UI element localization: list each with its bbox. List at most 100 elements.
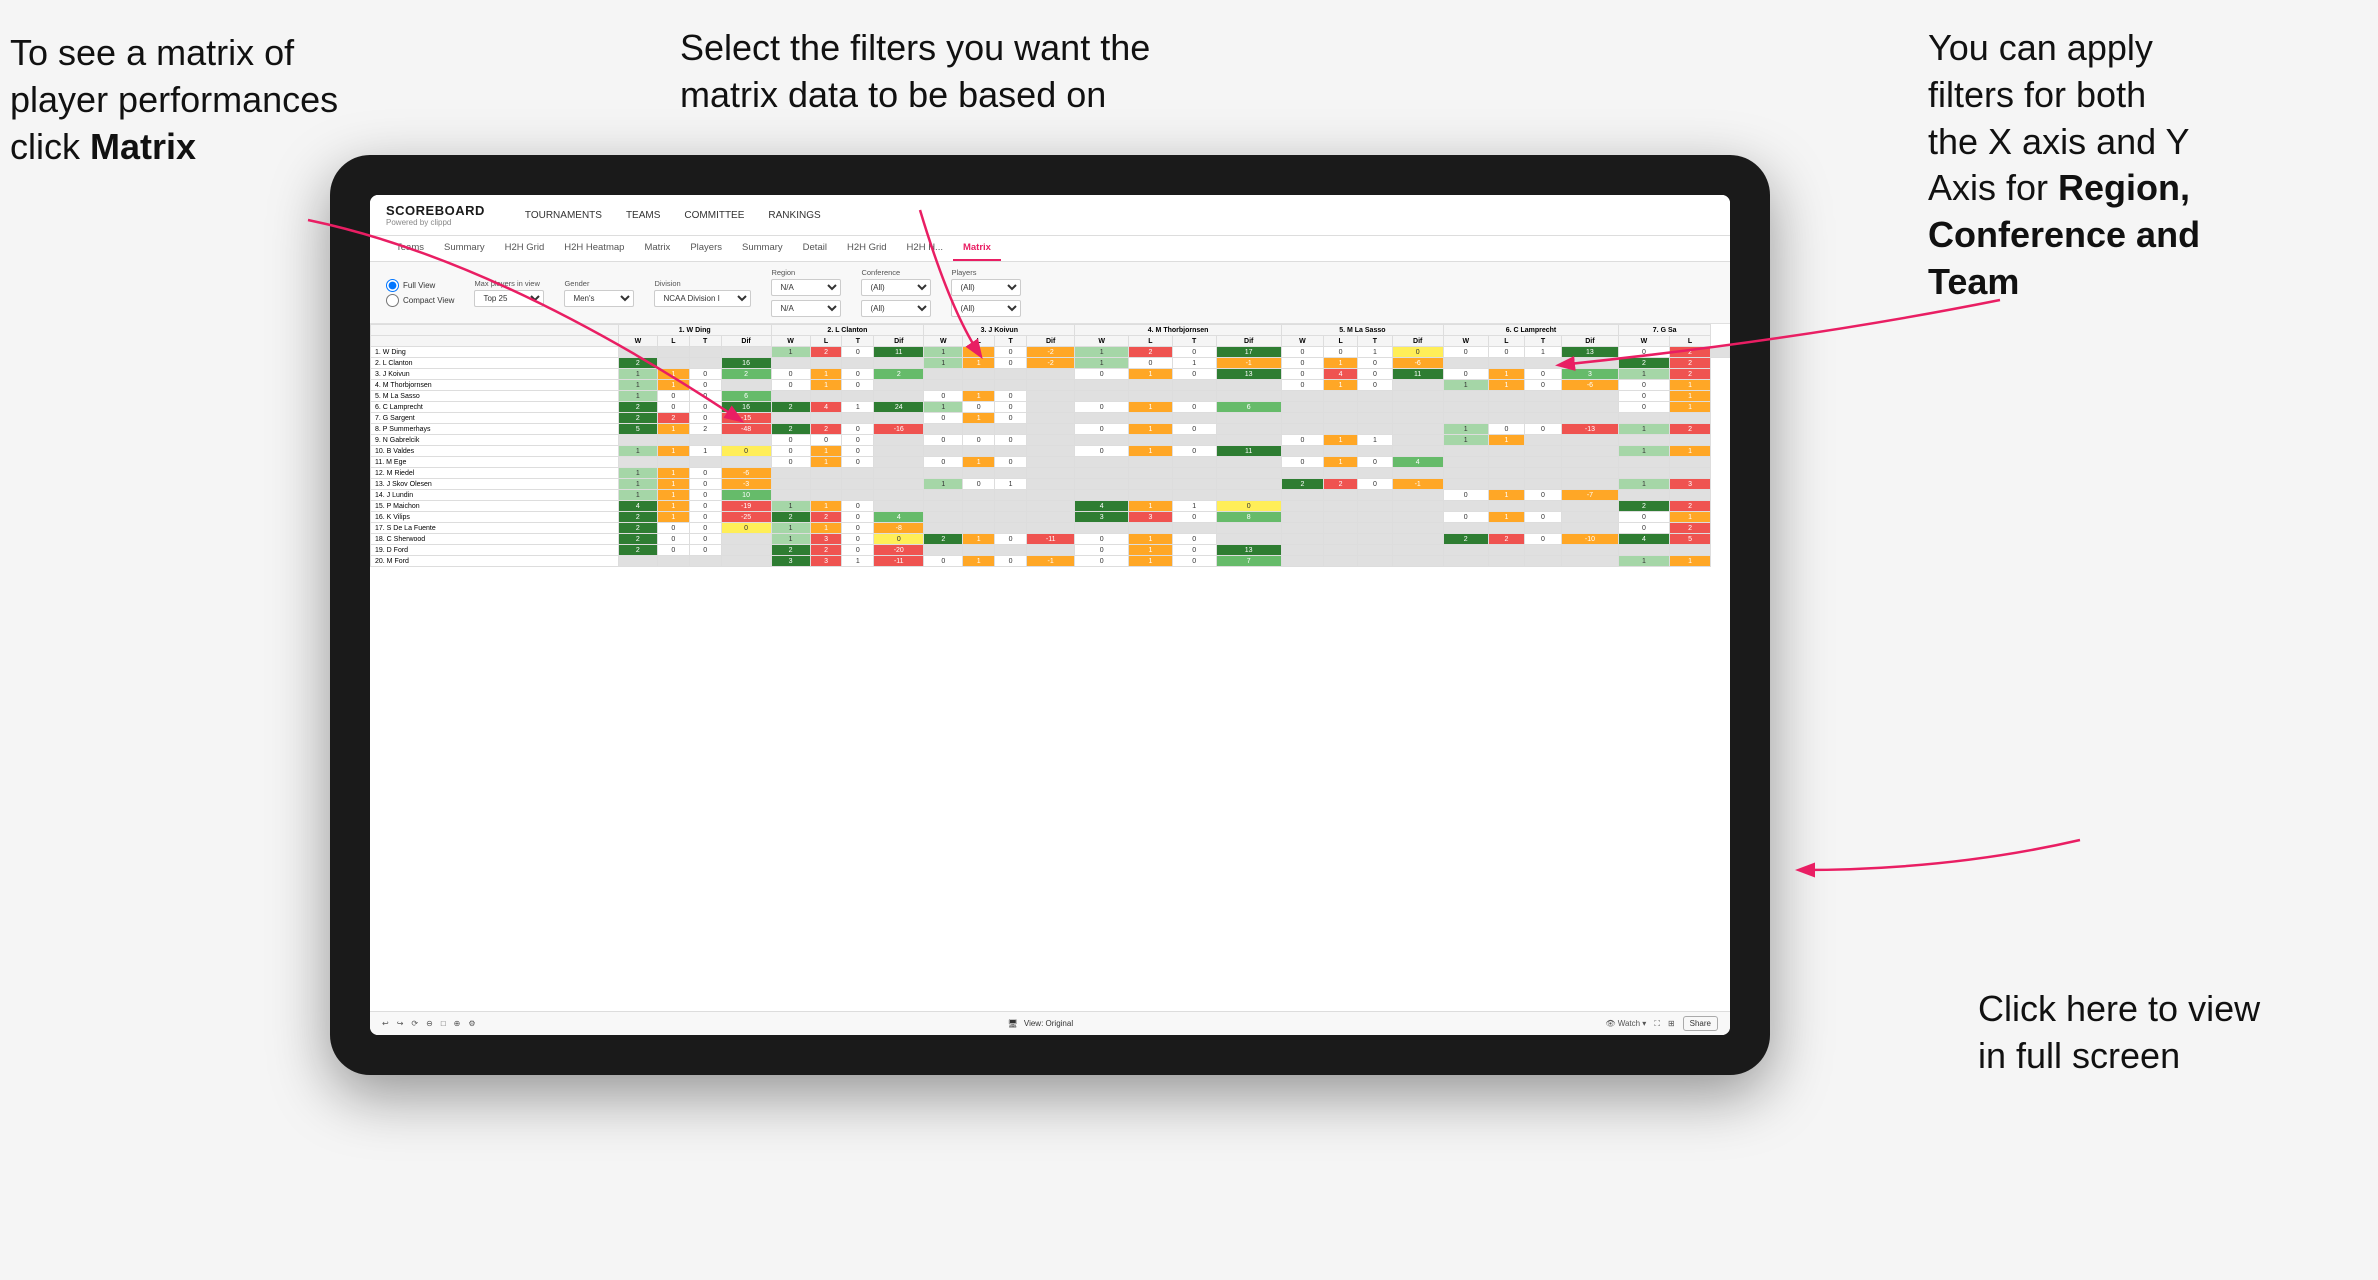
matrix-cell: 0	[1129, 358, 1173, 369]
matrix-cell: 2	[1443, 534, 1488, 545]
annotation-tl-line3-prefix: click	[10, 126, 90, 167]
subnav-summary2[interactable]: Summary	[732, 236, 793, 261]
matrix-cell: 0	[842, 380, 874, 391]
radio-full-view-input[interactable]	[386, 279, 399, 292]
filter-players-select2[interactable]: (All)	[951, 300, 1021, 317]
matrix-cell	[1443, 479, 1488, 490]
matrix-cell: 0	[771, 369, 810, 380]
filter-conference-select2[interactable]: (All)	[861, 300, 931, 317]
table-row: 1. W Ding12011110-21201700100011302	[371, 347, 1730, 358]
bb-grid-icon[interactable]: ⊞	[1668, 1019, 1675, 1028]
nav-tournaments[interactable]: TOURNAMENTS	[525, 206, 602, 225]
bb-redo[interactable]: ↪	[397, 1019, 404, 1028]
matrix-cell	[1561, 391, 1618, 402]
matrix-cell	[1027, 501, 1075, 512]
bb-reload[interactable]: ⟳	[411, 1019, 418, 1028]
matrix-cell: 3	[771, 556, 810, 567]
matrix-cell: 1	[657, 446, 689, 457]
filter-region-label: Region	[771, 268, 841, 277]
filter-region-select2[interactable]: N/A	[771, 300, 841, 317]
matrix-cell: 1	[618, 369, 657, 380]
matrix-cell	[1075, 391, 1129, 402]
nav-rankings[interactable]: RANKINGS	[768, 206, 820, 225]
matrix-cell: 4	[1075, 501, 1129, 512]
matrix-cell	[1216, 490, 1281, 501]
filter-conference-select[interactable]: (All)	[861, 279, 931, 296]
filter-division-select[interactable]: NCAA Division I	[654, 290, 751, 307]
subnav-h2h-grid2[interactable]: H2H Grid	[837, 236, 897, 261]
matrix-header-6: 6. C Lamprecht	[1443, 325, 1618, 336]
matrix-cell	[1358, 413, 1392, 424]
player-name-cell: 5. M La Sasso	[371, 391, 619, 402]
matrix-cell	[1075, 479, 1129, 490]
subnav-matrix[interactable]: Matrix	[634, 236, 680, 261]
matrix-cell	[1525, 402, 1562, 413]
matrix-cell	[1488, 501, 1525, 512]
subnav-h2h-heatmap[interactable]: H2H Heatmap	[554, 236, 634, 261]
matrix-cell	[1129, 380, 1173, 391]
matrix-cell	[657, 347, 689, 358]
matrix-cell	[810, 468, 842, 479]
subnav-matrix2[interactable]: Matrix	[953, 236, 1001, 261]
matrix-cell: 0	[1619, 380, 1670, 391]
matrix-cell	[1216, 479, 1281, 490]
matrix-cell	[1358, 534, 1392, 545]
matrix-cell	[1488, 523, 1525, 534]
matrix-cell: 1	[1488, 369, 1525, 380]
matrix-container[interactable]: 1. W Ding 2. L Clanton 3. J Koivun 4. M …	[370, 324, 1730, 1011]
matrix-cell	[1129, 435, 1173, 446]
subnav-detail[interactable]: Detail	[793, 236, 837, 261]
filter-conference: Conference (All) (All)	[861, 268, 931, 317]
matrix-cell	[1075, 468, 1129, 479]
filter-gender-select[interactable]: Men's	[564, 290, 634, 307]
matrix-cell	[1281, 446, 1323, 457]
matrix-cell	[1323, 545, 1357, 556]
matrix-cell: 0	[689, 402, 721, 413]
filter-max-players-select[interactable]: Top 25	[474, 290, 544, 307]
matrix-cell: 0	[1281, 369, 1323, 380]
matrix-cell: 0	[842, 435, 874, 446]
matrix-cell	[1392, 501, 1443, 512]
radio-full-view[interactable]: Full View	[386, 279, 454, 292]
nav-committee[interactable]: COMMITTEE	[684, 206, 744, 225]
bb-fullscreen[interactable]: ⛶	[1654, 1019, 1660, 1029]
bb-share-button[interactable]: Share	[1683, 1016, 1718, 1031]
matrix-cell: -7	[1561, 490, 1618, 501]
matrix-cell: 1	[1619, 446, 1670, 457]
matrix-cell: 0	[1443, 490, 1488, 501]
matrix-cell: -1	[1392, 479, 1443, 490]
bb-settings[interactable]: ⚙	[468, 1019, 475, 1028]
radio-compact-view-input[interactable]	[386, 294, 399, 307]
matrix-cell	[874, 468, 924, 479]
filter-bar: Full View Compact View Max players in vi…	[370, 262, 1730, 324]
matrix-cell: 1	[771, 347, 810, 358]
player-name-cell: 19. D Ford	[371, 545, 619, 556]
matrix-cell: 0	[657, 534, 689, 545]
filter-players-select[interactable]: (All)	[951, 279, 1021, 296]
subnav-h2h-grid[interactable]: H2H Grid	[495, 236, 555, 261]
table-row: 17. S De La Fuente2000110-802	[371, 523, 1730, 534]
bb-undo[interactable]: ↩	[382, 1019, 389, 1028]
bb-zoom-in[interactable]: ⊕	[454, 1019, 461, 1028]
matrix-cell	[1392, 545, 1443, 556]
matrix-cell: 1	[618, 380, 657, 391]
matrix-cell	[1075, 435, 1129, 446]
subnav-teams[interactable]: Teams	[386, 236, 434, 261]
matrix-cell: 7	[1216, 556, 1281, 567]
matrix-cell: 3	[1669, 479, 1710, 490]
matrix-cell: 0	[842, 424, 874, 435]
subnav-summary[interactable]: Summary	[434, 236, 495, 261]
nav-teams[interactable]: TEAMS	[626, 206, 660, 225]
matrix-cell: 1	[771, 501, 810, 512]
matrix-cell: 2	[1669, 347, 1710, 358]
matrix-cell: 1	[963, 413, 995, 424]
matrix-cell	[1561, 446, 1618, 457]
bb-zoom-out[interactable]: ⊖	[426, 1019, 433, 1028]
subnav-players[interactable]: Players	[680, 236, 732, 261]
radio-compact-view[interactable]: Compact View	[386, 294, 454, 307]
filter-region-select[interactable]: N/A	[771, 279, 841, 296]
bb-watch[interactable]: 👁 Watch ▾	[1605, 1019, 1646, 1028]
matrix-cell: 1	[1358, 347, 1392, 358]
matrix-cell	[1281, 468, 1323, 479]
subnav-h2hh[interactable]: H2H H...	[897, 236, 953, 261]
